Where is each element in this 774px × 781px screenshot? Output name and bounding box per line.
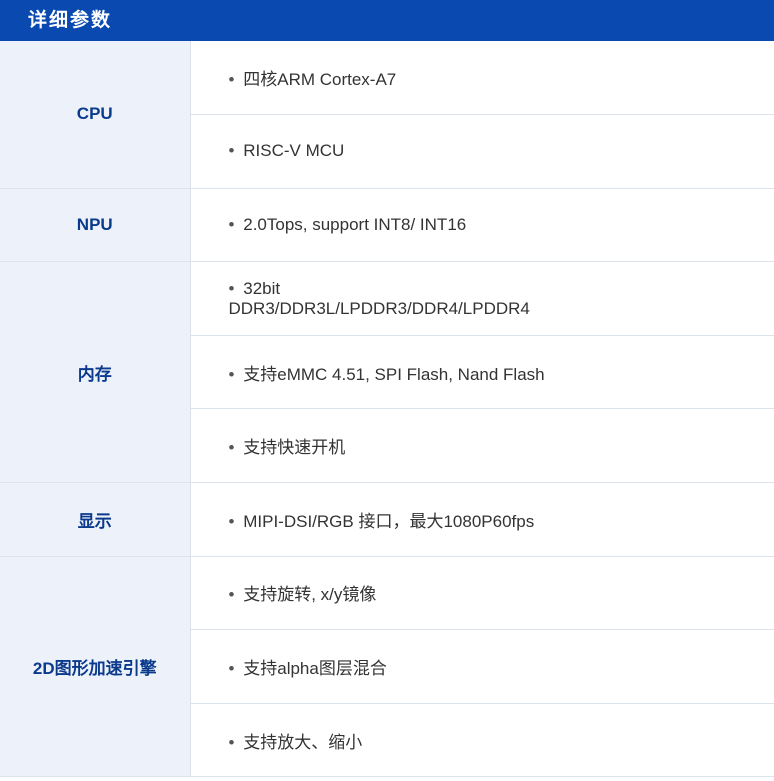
bullet: • xyxy=(228,659,235,679)
bullet: • xyxy=(228,585,235,605)
bullet: • xyxy=(228,438,235,458)
bullet: • xyxy=(228,70,235,90)
spec-value: • 支持alpha图层混合 xyxy=(190,629,774,704)
table-row: NPU • 2.0Tops, support INT8/ INT16 xyxy=(0,188,774,263)
row-label-npu: NPU xyxy=(0,188,191,263)
spec-table: CPU • 四核ARM Cortex-A7 • RISC-V MCU NPU •… xyxy=(0,41,774,778)
spec-value: • 支持eMMC 4.51, SPI Flash, Nand Flash xyxy=(190,335,774,410)
row-label-display: 显示 xyxy=(0,482,191,557)
spec-value: • 2.0Tops, support INT8/ INT16 xyxy=(190,188,774,263)
table-row: 显示 • MIPI-DSI/RGB 接口，最大1080P60fps xyxy=(0,482,774,557)
bullet: • xyxy=(228,278,235,298)
row-label-memory: 内存 xyxy=(0,261,191,484)
spec-value: • 四核ARM Cortex-A7 xyxy=(190,41,774,116)
bullet: • xyxy=(228,511,235,531)
row-label-cpu: CPU xyxy=(0,41,191,189)
row-label-2d-engine: 2D图形加速引擎 xyxy=(0,556,191,778)
spec-value: • RISC-V MCU xyxy=(190,114,774,189)
bullet: • xyxy=(228,141,235,161)
spec-value: • 支持快速开机 xyxy=(190,408,774,484)
table-row: 2D图形加速引擎 • 支持旋转, x/y镜像 xyxy=(0,556,774,778)
table-row: 内存 • 32bit DDR3/DDR3L/LPDDR3/DDR4/LPDDR4 xyxy=(0,261,774,484)
spec-value: • 支持放大、缩小 xyxy=(190,703,774,778)
spec-value: • MIPI-DSI/RGB 接口，最大1080P60fps xyxy=(190,482,774,557)
bullet: • xyxy=(228,364,235,384)
section-header: 详细参数 xyxy=(0,0,774,41)
bullet: • xyxy=(228,214,235,234)
spec-value: • 32bit DDR3/DDR3L/LPDDR3/DDR4/LPDDR4 xyxy=(190,261,774,336)
spec-value: • 支持旋转, x/y镜像 xyxy=(190,556,774,631)
bullet: • xyxy=(228,732,235,752)
table-row: CPU • 四核ARM Cortex-A7 xyxy=(0,41,774,189)
